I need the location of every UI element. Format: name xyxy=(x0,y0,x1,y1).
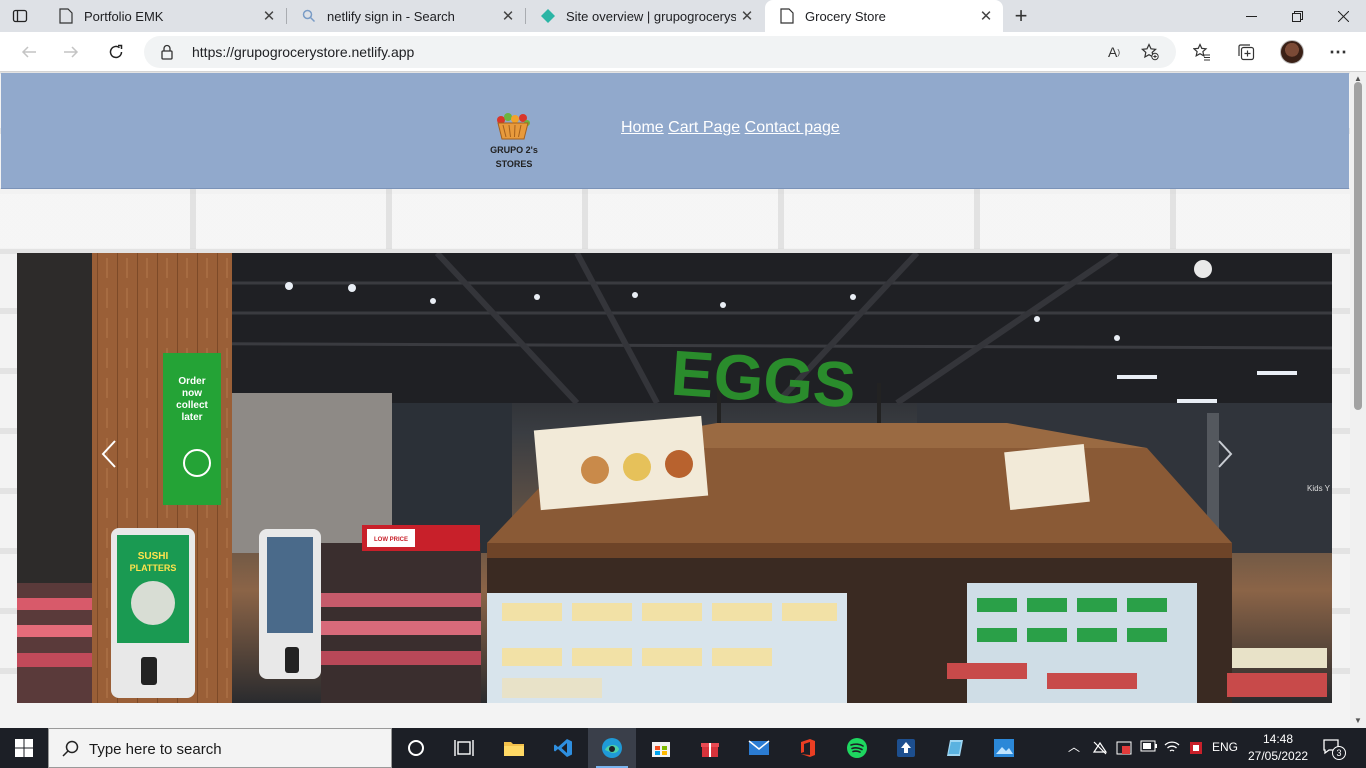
photos-app-icon[interactable] xyxy=(980,728,1028,768)
restore-button[interactable] xyxy=(1274,0,1320,32)
upload-app-icon[interactable] xyxy=(882,728,930,768)
cortana-icon[interactable] xyxy=(392,728,440,768)
svg-text:now: now xyxy=(182,388,202,399)
search-icon xyxy=(301,8,317,24)
logo-text-line2: STORES xyxy=(495,159,533,169)
favorites-icon[interactable] xyxy=(1192,42,1212,62)
office-icon[interactable] xyxy=(784,728,832,768)
address-toolbar: https://grupogrocerystore.netlify.app A)… xyxy=(0,32,1366,72)
brick-wall-background xyxy=(0,189,1350,249)
system-clock[interactable]: 14:48 27/05/2022 xyxy=(1248,731,1308,765)
search-placeholder: Type here to search xyxy=(89,741,222,758)
svg-text:PLATTERS: PLATTERS xyxy=(130,563,177,573)
site-nav: Home Cart Page Contact page xyxy=(621,119,840,137)
clock-date: 27/05/2022 xyxy=(1248,749,1309,763)
svg-text:later: later xyxy=(181,412,202,423)
refresh-icon[interactable] xyxy=(103,39,129,65)
wifi-icon[interactable] xyxy=(1164,740,1180,757)
tab-title: Site overview | grupogrocerystor xyxy=(566,8,736,24)
carousel-prev-arrow[interactable] xyxy=(101,439,131,469)
page-scrollbar[interactable]: ▲ ▼ xyxy=(1350,72,1366,728)
page-viewport: GRUPO 2's STORES Home Cart Page Contact … xyxy=(0,72,1350,728)
show-hidden-icons-chevron[interactable]: ︿ xyxy=(1068,738,1080,755)
search-icon xyxy=(62,740,79,757)
carousel-image: Order now collect later SUSHI PLATTERS L… xyxy=(17,253,1332,703)
url-text[interactable]: https://grupogrocerystore.netlify.app xyxy=(192,44,414,60)
tab-title: netlify sign in - Search xyxy=(327,8,455,24)
close-tab-icon[interactable]: ✕ xyxy=(497,5,519,27)
mail-icon[interactable] xyxy=(735,728,783,768)
close-window-button[interactable] xyxy=(1320,0,1366,32)
basket-icon xyxy=(497,113,530,140)
logo-text-line1: GRUPO 2's xyxy=(490,145,538,155)
language-indicator[interactable]: ENG xyxy=(1212,740,1238,754)
read-aloud-icon[interactable]: A) xyxy=(1104,42,1124,62)
lock-icon[interactable] xyxy=(160,44,174,60)
tab-title: Portfolio EMK xyxy=(84,8,164,24)
carousel-next-arrow[interactable] xyxy=(1217,439,1247,469)
more-options-icon[interactable]: ⋯ xyxy=(1328,42,1348,62)
tab-netlify-search[interactable]: netlify sign in - Search ✕ xyxy=(287,0,525,32)
tab-grocery-store[interactable]: Grocery Store ✕ xyxy=(765,0,1003,32)
nav-contact-link[interactable]: Contact page xyxy=(745,119,840,136)
forward-arrow-icon[interactable] xyxy=(58,39,84,65)
spotify-icon[interactable] xyxy=(833,728,881,768)
order-sign-text: Order xyxy=(178,376,205,387)
vscode-icon[interactable] xyxy=(539,728,587,768)
nav-cart-link[interactable]: Cart Page xyxy=(668,119,740,136)
close-tab-icon[interactable]: ✕ xyxy=(975,5,997,27)
new-tab-button[interactable]: + xyxy=(1009,3,1033,28)
svg-text:collect: collect xyxy=(176,400,208,411)
svg-text:SUSHI: SUSHI xyxy=(138,551,169,562)
edge-browser-icon[interactable] xyxy=(588,728,636,768)
address-bar[interactable]: https://grupogrocerystore.netlify.app A) xyxy=(144,36,1176,68)
tab-site-overview[interactable]: Site overview | grupogrocerystor ✕ xyxy=(526,0,764,32)
close-tab-icon[interactable]: ✕ xyxy=(258,5,280,27)
task-view-icon[interactable] xyxy=(440,728,488,768)
microsoft-store-icon[interactable] xyxy=(637,728,685,768)
notification-center-icon[interactable]: 3 xyxy=(1322,738,1346,760)
netlify-icon xyxy=(540,8,556,24)
security-app-icon[interactable] xyxy=(1188,740,1204,759)
network-off-icon[interactable] xyxy=(1092,740,1108,759)
gift-app-icon[interactable] xyxy=(686,728,734,768)
collections-icon[interactable] xyxy=(1236,42,1256,62)
start-button[interactable] xyxy=(0,728,48,768)
add-favorite-icon[interactable] xyxy=(1140,42,1160,62)
site-header: GRUPO 2's STORES Home Cart Page Contact … xyxy=(1,73,1349,189)
scrollbar-thumb[interactable] xyxy=(1354,82,1362,410)
close-tab-icon[interactable]: ✕ xyxy=(736,5,758,27)
nav-home-link[interactable]: Home xyxy=(621,119,664,136)
minimize-button[interactable] xyxy=(1228,0,1274,32)
file-explorer-icon[interactable] xyxy=(490,728,538,768)
notification-count-badge: 3 xyxy=(1332,746,1346,760)
page-icon xyxy=(779,8,795,24)
windows-taskbar: Type here to search ︿ ENG 14:48 27/05/20… xyxy=(0,728,1366,768)
tab-portfolio[interactable]: Portfolio EMK ✕ xyxy=(44,0,286,32)
svg-text:LOW PRICE: LOW PRICE xyxy=(374,537,408,543)
back-arrow-icon[interactable] xyxy=(16,39,42,65)
store-logo[interactable]: GRUPO 2's STORES xyxy=(487,107,541,171)
browser-tab-strip: Portfolio EMK ✕ netlify sign in - Search… xyxy=(0,0,1366,32)
hero-carousel: Order now collect later SUSHI PLATTERS L… xyxy=(17,253,1332,703)
page-icon xyxy=(58,8,74,24)
taskbar-search-box[interactable]: Type here to search xyxy=(48,728,392,768)
eggs-sign-text: EGGS xyxy=(669,337,859,422)
clock-time: 14:48 xyxy=(1262,732,1294,746)
tab-title: Grocery Store xyxy=(805,8,886,24)
scroll-down-arrow-icon[interactable]: ▼ xyxy=(1353,716,1363,726)
kids-sign-text: Kids Y xyxy=(1307,484,1331,493)
tablet-app-icon[interactable] xyxy=(931,728,979,768)
tab-actions-icon[interactable] xyxy=(10,6,30,26)
profile-avatar[interactable] xyxy=(1280,40,1304,64)
antivirus-icon[interactable] xyxy=(1116,740,1132,759)
battery-icon[interactable] xyxy=(1140,740,1158,755)
windows-icon xyxy=(15,739,33,757)
